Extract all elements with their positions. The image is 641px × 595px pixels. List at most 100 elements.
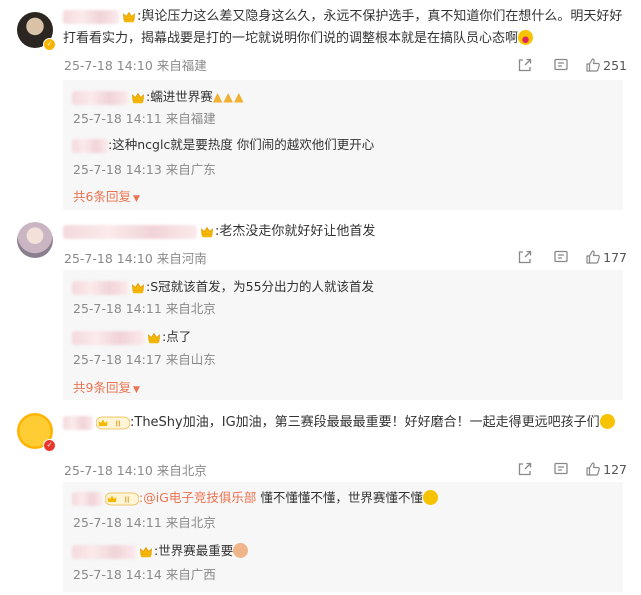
verified-badge-icon: ✓ [43,38,56,51]
crown-icon [131,91,145,105]
comment-actions: 251 [507,55,627,75]
comment-location: 来自北京 [156,463,207,478]
dropdown-arrow-icon: ▼ [132,194,140,204]
share-icon [517,249,533,265]
reply-meta: 25-7-18 14:11 来自福建 [73,108,216,127]
reply-item: :蠕进世界赛▲▲▲ [72,86,245,105]
comment-time: 25-7-18 14:10 [64,58,153,73]
reply-location: 来自广东 [165,162,216,177]
reply-button[interactable] [543,55,579,75]
vip-badge-icon: II [96,416,130,429]
reply-time: 25-7-18 14:14 [73,567,162,582]
reply-text: :蠕进世界赛 [146,89,213,104]
like-icon [585,249,601,265]
username-blurred[interactable] [63,415,93,430]
username-blurred[interactable] [72,138,108,153]
comment-icon [553,249,569,265]
verified-badge-icon: ✓ [43,439,56,452]
reply-item: II :@iG电子竞技俱乐部 懂不懂懂不懂，世界赛懂不懂 [72,487,438,506]
wink-emoji-icon [599,414,615,429]
reply-text: :点了 [162,329,192,344]
reply-item: :世界赛最重要 [72,540,249,559]
reply-item: :点了 [72,326,191,345]
comment-actions: 177 [507,247,627,267]
like-count: 127 [603,461,627,477]
vip-badge-icon: II [105,492,139,505]
reply-text: :S冠就该首发，为55分出力的人就该首发 [146,279,375,294]
more-replies-label: 共6条回复 [73,189,131,204]
reply-item: :这种ncglc就是要热度 你们闹的越欢他们更开心 [72,134,374,153]
reply-meta: 25-7-18 14:17 来自山东 [73,349,216,368]
username-blurred[interactable] [72,280,128,295]
reply-text: 懂不懂懂不懂，世界赛懂不懂 [260,490,423,505]
username-blurred[interactable] [63,224,197,239]
svg-text:II: II [125,495,130,504]
reply-location: 来自广西 [165,567,216,582]
comment-text: :老杰没走你就好好让他首发 [215,224,376,239]
like-count: 251 [603,57,627,73]
crown-icon [147,331,161,345]
comment-meta: 25-7-18 14:10 来自北京 [64,460,207,479]
reply-meta: 25-7-18 14:14 来自广西 [73,564,216,583]
reply-time: 25-7-18 14:11 [73,301,162,316]
reply-time: 25-7-18 14:13 [73,162,162,177]
reply-text: :世界赛最重要 [154,543,234,558]
username-blurred[interactable] [72,330,144,345]
pray-emoji-icon: ▲▲▲ [212,89,245,104]
comment-location: 来自福建 [156,58,207,73]
comment-body: :舆论压力这么差又隐身这么久，永远不保护选手，真不知道你们在想什么。明天好好打看… [63,6,623,50]
comment-text: :舆论压力这么差又隐身这么久，永远不保护选手，真不知道你们在想什么。明天好好打看… [63,9,623,46]
crown-icon [122,10,136,24]
share-button[interactable] [507,55,543,75]
reply-location: 来自北京 [165,515,216,530]
wink-emoji-icon [422,490,438,505]
share-button[interactable] [507,247,543,267]
more-replies-label: 共9条回复 [73,380,131,395]
like-icon [585,57,601,73]
reply-time: 25-7-18 14:11 [73,515,162,530]
like-count: 177 [603,249,627,265]
share-button[interactable] [507,459,543,479]
svg-text:II: II [116,419,121,428]
username-blurred[interactable] [72,90,128,105]
reply-button[interactable] [543,247,579,267]
more-replies-link[interactable]: 共6条回复 ▼ [73,186,140,205]
reply-meta: 25-7-18 14:11 来自北京 [73,512,216,531]
grin-emoji-icon [518,30,534,45]
face-emoji-icon [233,543,249,558]
reply-location: 来自福建 [165,111,216,126]
avatar[interactable] [17,222,53,258]
comment-text: :TheShy加油，IG加油，第三赛段最最最重要！好好磨合！一起走得更远吧孩子们 [130,415,600,430]
like-button[interactable]: 127 [585,459,627,479]
comment-time: 25-7-18 14:10 [64,463,153,478]
like-button[interactable]: 251 [585,55,627,75]
crown-icon [139,545,153,559]
reply-location: 来自山东 [165,352,216,367]
share-icon [517,57,533,73]
like-icon [585,461,601,477]
reply-meta: 25-7-18 14:11 来自北京 [73,298,216,317]
comment-location: 来自河南 [156,251,207,266]
like-button[interactable]: 177 [585,247,627,267]
reply-text: :这种ncglc就是要热度 你们闹的越欢他们更开心 [108,137,375,152]
reply-meta: 25-7-18 14:13 来自广东 [73,159,216,178]
comment-icon [553,57,569,73]
crown-icon [131,281,145,295]
comment-meta: 25-7-18 14:10 来自河南 [64,248,207,267]
reply-location: 来自北京 [165,301,216,316]
username-blurred[interactable] [63,9,119,24]
crown-icon [200,225,214,239]
reply-time: 25-7-18 14:17 [73,352,162,367]
username-blurred[interactable] [72,491,102,506]
comment-meta: 25-7-18 14:10 来自福建 [64,55,207,74]
reply-time: 25-7-18 14:11 [73,111,162,126]
comment-actions: 127 [507,459,627,479]
comment-icon [553,461,569,477]
username-blurred[interactable] [72,544,136,559]
mention-link[interactable]: :@iG电子竞技俱乐部 [139,490,256,505]
comment-body: II :TheShy加油，IG加油，第三赛段最最最重要！好好磨合！一起走得更远吧孩… [63,412,623,434]
comment-time: 25-7-18 14:10 [64,251,153,266]
reply-button[interactable] [543,459,579,479]
comment-body: :老杰没走你就好好让他首发 [63,221,623,243]
more-replies-link[interactable]: 共9条回复 ▼ [73,377,140,396]
